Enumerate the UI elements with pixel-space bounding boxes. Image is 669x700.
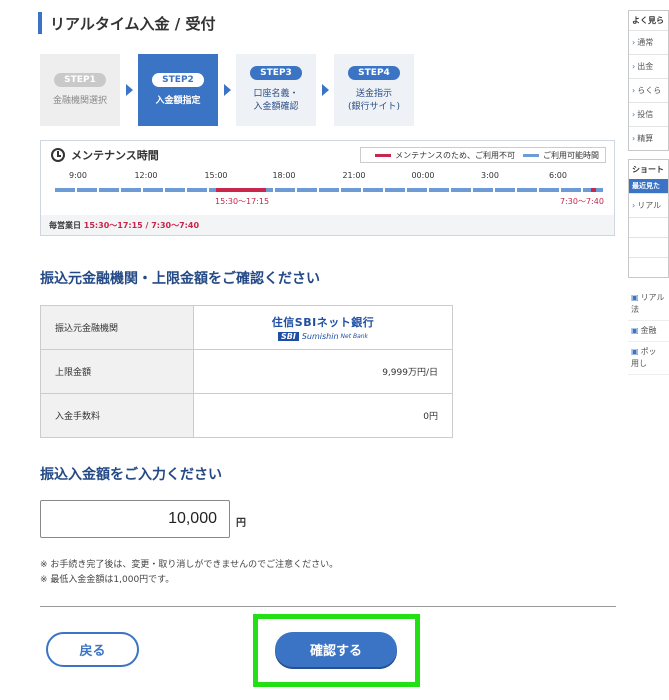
document-icon: ▣ [631,347,639,356]
chevron-right-icon: › [632,38,636,47]
bank-logo-cell: 住信SBIネット銀行 SBI Sumishin Net Bank [193,305,453,350]
sidebar-head: よく見ら [632,16,664,25]
sidebar-item[interactable]: › 通常 [629,30,668,54]
frequently-viewed-box: よく見ら › 通常 › 出金 › らくら › 投信 › 精算 [628,10,669,151]
maintenance-legend: メンテナンスのため、ご利用不可 ご利用可能時間 [360,147,606,163]
recent-item[interactable]: › リアル [629,193,668,217]
step-3-pill: STEP3 [250,66,302,80]
chevron-right-icon: › [632,201,636,210]
chevron-right-icon: › [632,134,636,143]
step-4-pill: STEP4 [348,66,400,80]
legend-maint-label: メンテナンスのため、ご利用不可 [395,150,515,160]
table-row: 振込元金融機関 住信SBIネット銀行 SBI Sumishin Net Bank [40,305,453,350]
bank-sbi: SBI [277,332,299,341]
confirm-table: 振込元金融機関 住信SBIネット銀行 SBI Sumishin Net Bank… [40,305,453,438]
step-arrow-icon [316,84,334,96]
sidebar-link[interactable]: ▣ 金融 [628,321,669,342]
tick-label: 6:00 [549,171,567,180]
row-key: 振込元金融機関 [40,305,194,350]
row-value: 9,999万円/日 [193,349,453,394]
document-icon: ▣ [631,326,639,335]
tick-label: 15:00 [204,171,228,180]
footer-label: 毎営業日 [49,221,81,230]
maintenance-range-1: 15:30〜17:15 [215,197,270,206]
step-arrow-icon [120,84,138,96]
step-4: STEP4 送金指示 (銀行サイト) [334,54,414,126]
timeline-bar [55,188,605,192]
maintenance-header: メンテナンス時間 [51,147,159,163]
divider [40,606,616,607]
step-3: STEP3 口座名義・ 入金額確認 [236,54,316,126]
step-3-label: 口座名義・ 入金額確認 [253,89,299,112]
bank-netbank: Net Bank [340,333,369,340]
chevron-right-icon: › [632,62,636,71]
footer-times: 15:30〜17:15 / 7:30〜7:40 [83,221,200,230]
chevron-right-icon: › [632,110,636,119]
shortcut-box: ショート 最近見た › リアル [628,159,669,278]
table-row: 入金手数料 0円 [40,393,453,438]
chevron-right-icon: › [632,86,636,95]
step-1: STEP1 金融機関選択 [40,54,120,126]
step-2: STEP2 入金額指定 [138,54,218,126]
note-line: ※ お手続き完了後は、変更・取り消しができませんのでご注意ください。 [40,560,339,570]
sidebar-item[interactable]: › 精算 [629,126,668,150]
maintenance-window-1 [216,188,266,192]
shortcut-head: ショート [632,165,664,174]
sidebar-item[interactable]: › らくら [629,78,668,102]
tick-label: 00:00 [411,171,435,180]
step-arrow-icon [218,84,236,96]
step-4-label: 送金指示 (銀行サイト) [347,89,401,112]
tick-label: 12:00 [134,171,158,180]
document-icon: ▣ [631,293,639,302]
page-title: リアルタイム入金 / 受付 [50,14,216,33]
empty-slot [629,217,668,237]
sidebar-links: ▣ リアル法 ▣ 金融 ▣ ポッ 用し [628,288,669,375]
step-2-pill: STEP2 [152,72,204,87]
step-indicator: STEP1 金融機関選択 STEP2 入金額指定 STEP3 口座名義・ 入金額… [40,54,414,126]
tick-label: 21:00 [342,171,366,180]
confirm-button[interactable]: 確認する [275,632,397,667]
sidebar-link[interactable]: ▣ リアル法 [628,288,669,321]
row-key: 入金手数料 [40,393,194,438]
row-value: 0円 [193,393,453,438]
maintenance-range-2: 7:30〜7:40 [560,197,604,206]
tick-label: 9:00 [69,171,87,180]
legend-ok-label: ご利用可能時間 [543,150,599,160]
maintenance-footer: 毎営業日 15:30〜17:15 / 7:30〜7:40 [41,215,614,235]
confirm-heading: 振込元金融機関・上限金額をご確認ください [40,271,320,287]
page-title-bar: リアルタイム入金 / 受付 [38,12,215,34]
sidebar-item[interactable]: › 出金 [629,54,668,78]
empty-slot [629,237,668,257]
amount-heading: 振込入金額をご入力ください [40,467,222,483]
row-key: 上限金額 [40,349,194,394]
bank-logo: 住信SBIネット銀行 SBI Sumishin Net Bank [194,314,452,341]
step-2-label: 入金額指定 [155,95,201,106]
right-sidebar: よく見ら › 通常 › 出金 › らくら › 投信 › 精算 ショート 最近見た › リアル… [628,10,669,375]
table-row: 上限金額 9,999万円/日 [40,349,453,394]
maintenance-window-2 [591,188,596,192]
title-accent-bar [38,12,42,34]
sidebar-item[interactable]: › 投信 [629,102,668,126]
bank-sumishin: Sumishin [301,332,339,341]
amount-unit: 円 [236,518,246,529]
notes: ※ お手続き完了後は、変更・取り消しができませんのでご注意ください。 ※ 最低入… [40,558,338,588]
step-1-pill: STEP1 [54,72,106,87]
bank-name-en: SBI Sumishin Net Bank [277,332,369,341]
step-1-label: 金融機関選択 [52,95,107,106]
legend-maint-swatch [375,153,392,157]
maintenance-panel: メンテナンス時間 メンテナンスのため、ご利用不可 ご利用可能時間 9:00 12… [40,140,615,236]
timeline-ticks: 9:00 12:00 15:00 18:00 21:00 00:00 3:00 … [41,171,614,183]
note-line: ※ 最低入金金額は1,000円です。 [40,575,175,585]
legend-ok-swatch [523,153,539,157]
maintenance-title: メンテナンス時間 [71,149,159,162]
clock-icon [51,148,65,162]
empty-slot [629,257,668,277]
tick-label: 18:00 [272,171,296,180]
sidebar-link[interactable]: ▣ ポッ 用し [628,342,669,375]
recent-head: 最近見た [629,179,668,193]
tick-label: 3:00 [481,171,499,180]
amount-input[interactable] [40,500,230,538]
bank-name-jp: 住信SBIネット銀行 [271,316,375,329]
back-button[interactable]: 戻る [46,632,139,667]
